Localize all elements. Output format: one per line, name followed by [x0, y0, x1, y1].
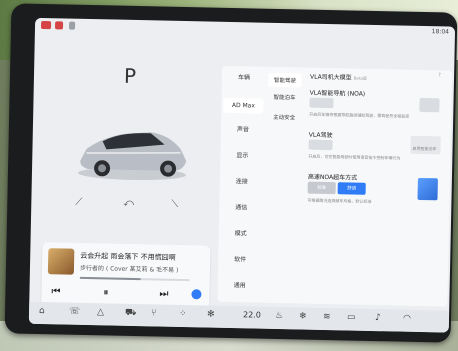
car-image: [77, 132, 187, 181]
bluetooth-icon: [68, 21, 76, 30]
phone-icon[interactable]: ☏: [69, 307, 80, 317]
navigation-icon[interactable]: △: [97, 307, 104, 317]
volume-icon[interactable]: ♪: [375, 313, 381, 323]
speed-label: 高速NOA超车方式: [307, 173, 358, 182]
album-art[interactable]: [47, 248, 75, 275]
next-icon[interactable]: ⏭: [159, 289, 168, 300]
settings-category[interactable]: 通信: [221, 202, 261, 212]
help-icon[interactable]: ?: [438, 72, 441, 78]
apps-icon[interactable]: ⁘: [179, 309, 187, 319]
progress-bar[interactable]: [79, 276, 190, 282]
noa-toggle[interactable]: [309, 97, 334, 109]
progress-fill: [79, 276, 141, 281]
song-artist: 步行者的 ( Cover 某艾莉 & 毛不易 ): [79, 264, 179, 274]
settings-detail: VLA司机大模型 Beta版 VLA智能导航 (NOA) 开启后车辆将根据导航路…: [303, 68, 448, 307]
trunk-icon[interactable]: ⤺: [123, 198, 134, 209]
wifi-icon[interactable]: ◠: [403, 314, 411, 324]
speed-preview: [417, 177, 438, 201]
bottom-dock: 22.0 ⌂ ☏ △ ⛟ ⑂ ⁘ ✻ ♨ ❄ ≋ ▭ ♪ ◠: [28, 301, 450, 333]
noa-description: 开启后车辆将根据导航路线辅助驾驶，需驾驶员全程监控: [309, 111, 410, 119]
defrost-icon[interactable]: ≋: [323, 312, 331, 322]
settings-category[interactable]: 模式: [221, 228, 261, 238]
settings-category[interactable]: 声音: [223, 124, 263, 134]
settings-category[interactable]: 连接: [222, 176, 262, 186]
fan-icon[interactable]: ✻: [207, 310, 215, 320]
noa-preview: [419, 97, 440, 113]
settings-panel: 车辆 AD Max 声音显示连接通信模式软件通用 智能驾驶智能泊车主动安全 VLA司…: [217, 65, 453, 307]
noa-label: VLA智能导航 (NOA): [309, 89, 366, 98]
previous-icon[interactable]: ⏮: [51, 286, 60, 297]
seat-icon[interactable]: ⑂: [151, 308, 157, 318]
vehicle-panel: P ⟋ ⤺ ⟍ 云会升起 雨会落下 不用慌囧啊 步行者的 ( Cover 某艾莉: [33, 36, 214, 312]
settings-category[interactable]: AD Max: [223, 97, 264, 114]
bluetooth-source-icon[interactable]: [191, 289, 202, 300]
car-icon[interactable]: ⛟: [125, 308, 137, 319]
screen-bezel: 18:04 P ⟋ ⤺ ⟍ 云会升起 雨会落下 不用慌囧啊 步行者的 (Cov…: [4, 3, 458, 343]
door-left-icon[interactable]: ⟋: [75, 197, 82, 208]
settings-category[interactable]: 软件: [220, 254, 260, 264]
temperature-readout[interactable]: 22.0: [243, 310, 261, 319]
settings-subnav-item[interactable]: 智能驾驶: [267, 72, 303, 88]
settings-subnav-item[interactable]: 主动安全: [267, 113, 301, 122]
door-right-icon[interactable]: ⟍: [171, 199, 178, 210]
rear-defrost-icon[interactable]: ▭: [347, 312, 356, 322]
vehicle-screen: 18:04 P ⟋ ⤺ ⟍ 云会升起 雨会落下 不用慌囧啊 步行者的 (Cov…: [28, 17, 456, 333]
gear-indicator: P: [123, 63, 137, 88]
assist-label: VLA驾驶: [308, 131, 333, 140]
settings-category[interactable]: 通用: [220, 280, 260, 290]
assist-toggle[interactable]: [308, 139, 333, 151]
assist-description: 开启后，可在智能驾驶时使用语音指令控制车辆行为: [308, 153, 401, 161]
alert-icon: [40, 20, 52, 30]
speed-option-comfort[interactable]: 舒适: [337, 182, 366, 195]
settings-category[interactable]: 显示: [222, 150, 262, 160]
side-card-label: 启用智能泊车: [412, 145, 437, 152]
ac-icon[interactable]: ❄: [299, 311, 307, 321]
speed-option-standard[interactable]: 标准: [307, 181, 336, 195]
detail-heading: VLA司机大模型 Beta版: [309, 73, 367, 82]
warning-icon: [54, 21, 64, 30]
seat-heat-icon[interactable]: ♨: [275, 311, 283, 321]
pause-icon[interactable]: ⏸: [103, 287, 108, 298]
settings-subnav-item[interactable]: 智能泊车: [268, 93, 302, 102]
media-player: 云会升起 雨会落下 不用慌囧啊 步行者的 ( Cover 某艾莉 & 毛不易 )…: [41, 242, 211, 312]
home-icon[interactable]: ⌂: [39, 306, 45, 316]
settings-category[interactable]: 车辆: [224, 72, 264, 82]
speed-hint: 可根据路况选择超车风格，默认标准: [307, 197, 372, 204]
status-time: 18:04: [431, 28, 450, 36]
door-controls: ⟋ ⤺ ⟍: [75, 197, 195, 214]
song-title: 云会升起 雨会落下 不用慌囧啊: [80, 251, 176, 262]
